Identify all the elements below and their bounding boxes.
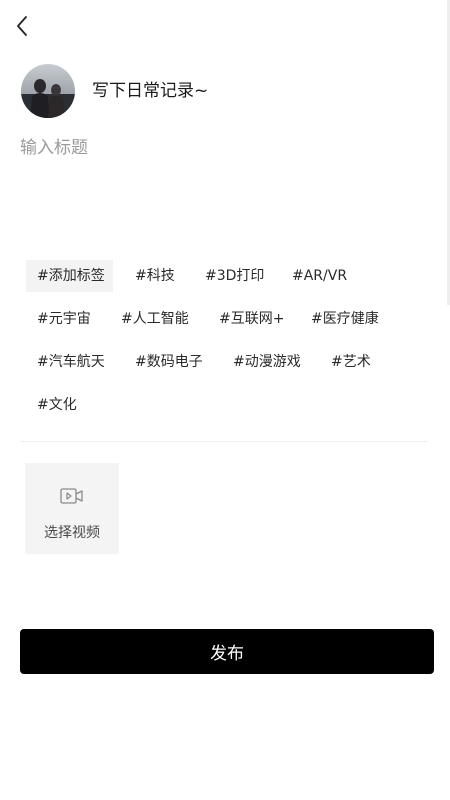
title-input[interactable]	[20, 135, 420, 161]
tag-item[interactable]: #数码电子	[135, 346, 203, 378]
tag-item[interactable]: #科技	[135, 260, 175, 292]
add-tag-button[interactable]: #添加标签	[26, 260, 113, 292]
back-button[interactable]	[10, 12, 34, 40]
tag-item[interactable]: #动漫游戏	[233, 346, 301, 378]
diary-prompt: 写下日常记录~	[92, 81, 209, 101]
tag-item[interactable]: #互联网+	[219, 303, 284, 335]
tag-item[interactable]: #人工智能	[121, 303, 189, 335]
publish-button[interactable]: 发布	[20, 629, 434, 674]
tag-item[interactable]: #汽车航天	[37, 346, 105, 378]
tag-item[interactable]: #AR/VR	[292, 260, 347, 292]
video-camera-icon	[60, 488, 83, 504]
avatar[interactable]	[21, 64, 75, 118]
tag-item[interactable]: #艺术	[331, 346, 371, 378]
tag-item[interactable]: #医疗健康	[311, 303, 379, 335]
chevron-left-icon	[17, 16, 27, 36]
tag-item[interactable]: #3D打印	[205, 260, 264, 292]
tag-item[interactable]: #元宇宙	[37, 303, 91, 335]
tag-item[interactable]: #文化	[37, 389, 77, 421]
divider	[20, 441, 428, 442]
select-video-button[interactable]: 选择视频	[25, 463, 119, 554]
select-video-label: 选择视频	[44, 525, 100, 541]
